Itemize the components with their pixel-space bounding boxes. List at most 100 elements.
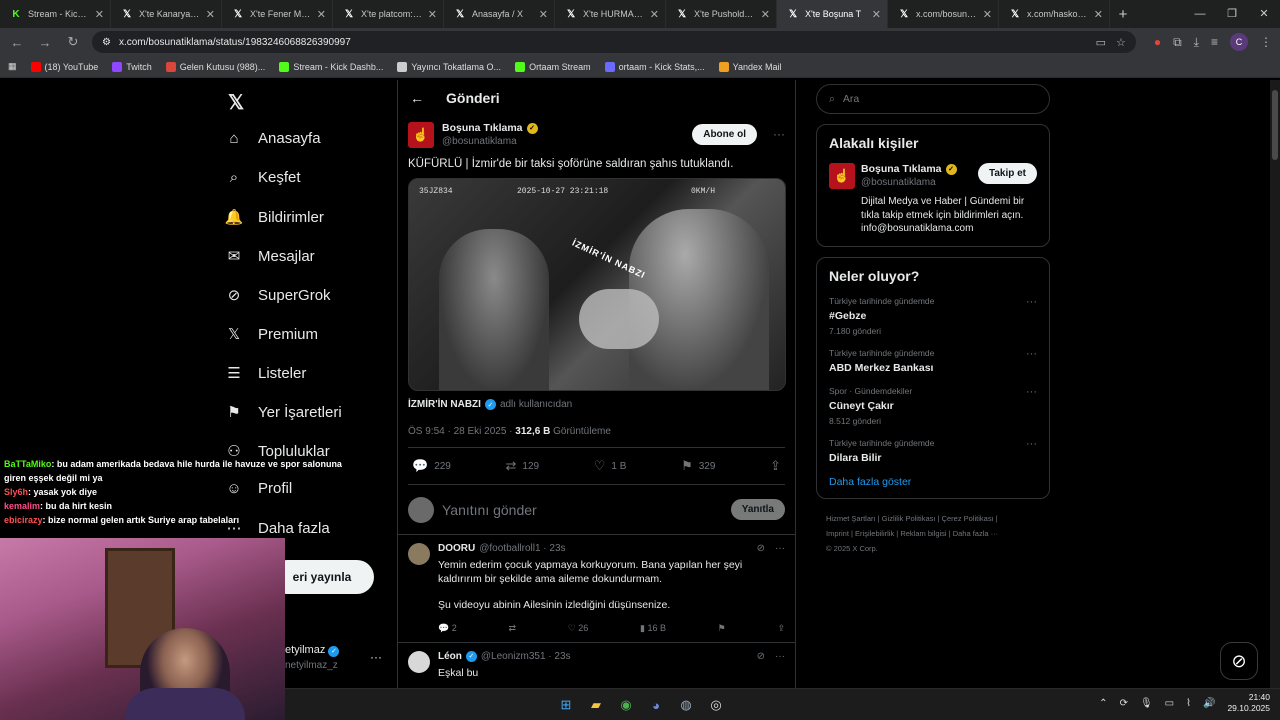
tweet-video[interactable]: 35JZ834 2025-10-27 23:21:18 0KM/H İZMİR'… bbox=[408, 178, 786, 391]
post-button[interactable]: eri yayınla bbox=[270, 560, 374, 594]
extension-icon[interactable]: ● bbox=[1154, 35, 1161, 49]
more-options-icon[interactable]: ··· bbox=[773, 127, 785, 141]
author-name[interactable]: Boşuna Tıklama bbox=[442, 122, 523, 134]
bookmark-item[interactable]: Yayıncı Tokatlama O... bbox=[397, 61, 501, 72]
browser-tab[interactable]: K Stream - Kick Dash ✕ bbox=[0, 0, 111, 28]
subscribe-button[interactable]: Abone ol bbox=[692, 124, 757, 145]
star-icon[interactable]: ☆ bbox=[1116, 36, 1126, 49]
nav-item[interactable]: ☰ Listeler bbox=[224, 364, 306, 383]
download-icon[interactable]: ⤓ bbox=[1194, 35, 1199, 50]
bookmark-item[interactable]: Gelen Kutusu (988)... bbox=[165, 61, 265, 72]
browser-tab[interactable]: 𝕏 X'te Kanarya Spor ✕ bbox=[111, 0, 222, 28]
browser-tab[interactable]: 𝕏x.com/bosunatikl ✕ bbox=[888, 0, 999, 28]
close-tab-icon[interactable]: ✕ bbox=[206, 8, 215, 21]
reply-tweet[interactable]: DOORU @footballroll1 · 23s ⊘ ··· Yemin ed… bbox=[398, 535, 795, 643]
tweet-time[interactable]: ÖS 9:54 · 28 Eki 2025 · bbox=[408, 426, 513, 437]
bookmark-item[interactable]: Twitch bbox=[112, 61, 152, 72]
browser-tab[interactable]: 𝕏 Anasayfa / X ✕ bbox=[444, 0, 555, 28]
close-tab-icon[interactable]: ✕ bbox=[872, 8, 881, 21]
bookmark-item[interactable]: ortaam - Kick Stats,... bbox=[604, 61, 705, 72]
maximize-icon[interactable]: ❐ bbox=[1216, 0, 1248, 28]
chevron-up-icon[interactable]: ⌃ bbox=[1099, 698, 1107, 709]
repost-icon[interactable]: ⇄ bbox=[508, 623, 516, 634]
close-tab-icon[interactable]: ✕ bbox=[317, 8, 326, 21]
nav-item[interactable]: 🔔 Bildirimler bbox=[224, 208, 324, 227]
bookmark-icon[interactable]: ⚑ bbox=[718, 623, 726, 634]
trend-item[interactable]: Türkiye tarihinde gündemde #Gebze 7.180 gö… bbox=[829, 296, 1037, 336]
account-switcher[interactable]: etyilmaz ✓ netyilmaz_z bbox=[285, 644, 340, 671]
more-options-icon[interactable]: ··· bbox=[1026, 348, 1037, 360]
close-tab-icon[interactable]: ✕ bbox=[1094, 8, 1103, 21]
like-action[interactable]: ♡ 1 B bbox=[594, 458, 627, 474]
reply-action[interactable]: 💬 2 bbox=[438, 623, 457, 634]
nav-item[interactable]: ⚑ Yer İşaretleri bbox=[224, 403, 341, 422]
reply-author-name[interactable]: Léon bbox=[438, 651, 462, 662]
trend-item[interactable]: Türkiye tarihinde gündemde ABD Merkez Ban… bbox=[829, 348, 1037, 374]
reply-avatar[interactable] bbox=[408, 650, 430, 673]
file-explorer-icon[interactable]: ▰ bbox=[585, 694, 607, 716]
forward-icon[interactable]: → bbox=[36, 35, 54, 50]
more-options-icon[interactable]: ··· bbox=[1026, 386, 1037, 398]
close-tab-icon[interactable]: ✕ bbox=[761, 8, 770, 21]
clock[interactable]: 21:40 29.10.2025 bbox=[1227, 692, 1270, 715]
follow-button[interactable]: Takip et bbox=[977, 163, 1037, 184]
menu-icon[interactable]: ⋮ bbox=[1260, 35, 1272, 49]
network-icon[interactable]: ▭ bbox=[1165, 698, 1174, 709]
browser-tab[interactable]: 𝕏 X'te platcom: "Ki ✕ bbox=[333, 0, 444, 28]
views-action[interactable]: ▮ 16 B bbox=[640, 623, 666, 634]
puzzle-icon[interactable]: ⧉ bbox=[1173, 35, 1182, 50]
person-avatar[interactable]: ☝ bbox=[829, 163, 855, 189]
reply-action[interactable]: 💬 229 bbox=[412, 458, 451, 474]
apps-icon[interactable]: ▦ bbox=[8, 61, 17, 72]
scrollbar[interactable] bbox=[1270, 80, 1280, 688]
reply-input[interactable]: Yanıtını gönder bbox=[442, 502, 723, 518]
person-name[interactable]: Boşuna Tıklama bbox=[861, 163, 942, 175]
site-info-icon[interactable]: ⚙ bbox=[102, 37, 111, 48]
back-icon[interactable]: ← bbox=[8, 35, 26, 50]
person-handle[interactable]: @bosunatiklama bbox=[861, 177, 957, 188]
windows-start-icon[interactable]: ⊞ bbox=[555, 694, 577, 716]
media-icon[interactable]: ≡ bbox=[1211, 35, 1218, 49]
more-options-icon[interactable]: ··· bbox=[1026, 438, 1037, 450]
more-options-icon[interactable]: ··· bbox=[1026, 296, 1037, 308]
scroll-thumb[interactable] bbox=[1272, 90, 1278, 160]
bookmark-item[interactable]: Yandex Mail bbox=[718, 61, 781, 72]
bookmark-item[interactable]: Ortaam Stream bbox=[515, 61, 591, 72]
source-name[interactable]: İZMİR'İN NABZI bbox=[408, 399, 481, 410]
steam-icon[interactable]: ◍ bbox=[675, 694, 697, 716]
nav-item[interactable]: ✉ Mesajlar bbox=[224, 247, 315, 266]
browser-tab[interactable]: 𝕏 X'te Fener Markaj ✕ bbox=[222, 0, 333, 28]
minimize-icon[interactable]: — bbox=[1184, 0, 1216, 28]
bookmark-item[interactable]: (18) YouTube bbox=[30, 61, 98, 72]
trend-item[interactable]: Spor · Gündemdekiler Cüneyt Çakır 8.512 gö… bbox=[829, 386, 1037, 426]
reply-author-name[interactable]: DOORU bbox=[438, 543, 475, 554]
repost-action[interactable]: ⇄ 129 bbox=[506, 458, 540, 474]
close-window-icon[interactable]: ✕ bbox=[1248, 0, 1280, 28]
account-more-icon[interactable]: ··· bbox=[370, 650, 382, 664]
profile-avatar[interactable]: C bbox=[1230, 33, 1248, 51]
author-avatar[interactable]: ☝ bbox=[408, 122, 434, 148]
reply-button[interactable]: Yanıtla bbox=[730, 499, 785, 520]
close-tab-icon[interactable]: ✕ bbox=[650, 8, 659, 21]
browser-tab[interactable]: 𝕏x.com/haskologlu ✕ bbox=[999, 0, 1110, 28]
grok-chat-button[interactable]: ⊘ bbox=[1220, 642, 1258, 680]
close-tab-icon[interactable]: ✕ bbox=[95, 8, 104, 21]
browser-tab[interactable]: 𝕏 X'te Boşuna T ✕ bbox=[777, 0, 888, 28]
nav-item[interactable]: ⌕ Keşfet bbox=[224, 169, 301, 186]
close-tab-icon[interactable]: ✕ bbox=[428, 8, 437, 21]
my-avatar[interactable] bbox=[408, 496, 434, 523]
nav-item[interactable]: 𝕏 Premium bbox=[224, 325, 318, 344]
reload-icon[interactable]: ↻ bbox=[64, 34, 82, 50]
url-input[interactable]: ⚙ x.com/bosunatiklama/status/19832460688… bbox=[92, 31, 1136, 53]
back-arrow-icon[interactable]: ← bbox=[410, 90, 424, 106]
mic-icon[interactable]: 🎙 bbox=[1140, 698, 1153, 709]
trend-item[interactable]: Türkiye tarihinde gündemde Dilara Bilir ··… bbox=[829, 438, 1037, 464]
browser-tab[interactable]: 𝕏 X'te Pusholder: "S ✕ bbox=[666, 0, 777, 28]
more-options-icon[interactable]: ··· bbox=[775, 543, 785, 554]
more-options-icon[interactable]: ··· bbox=[775, 651, 785, 662]
share-action[interactable]: ⇪ bbox=[770, 458, 781, 474]
close-tab-icon[interactable]: ✕ bbox=[539, 8, 548, 21]
search-input[interactable]: ⌕ Ara bbox=[816, 84, 1050, 114]
share-icon[interactable]: ⇪ bbox=[777, 623, 785, 634]
discord-icon[interactable]: ◕ bbox=[645, 694, 667, 716]
